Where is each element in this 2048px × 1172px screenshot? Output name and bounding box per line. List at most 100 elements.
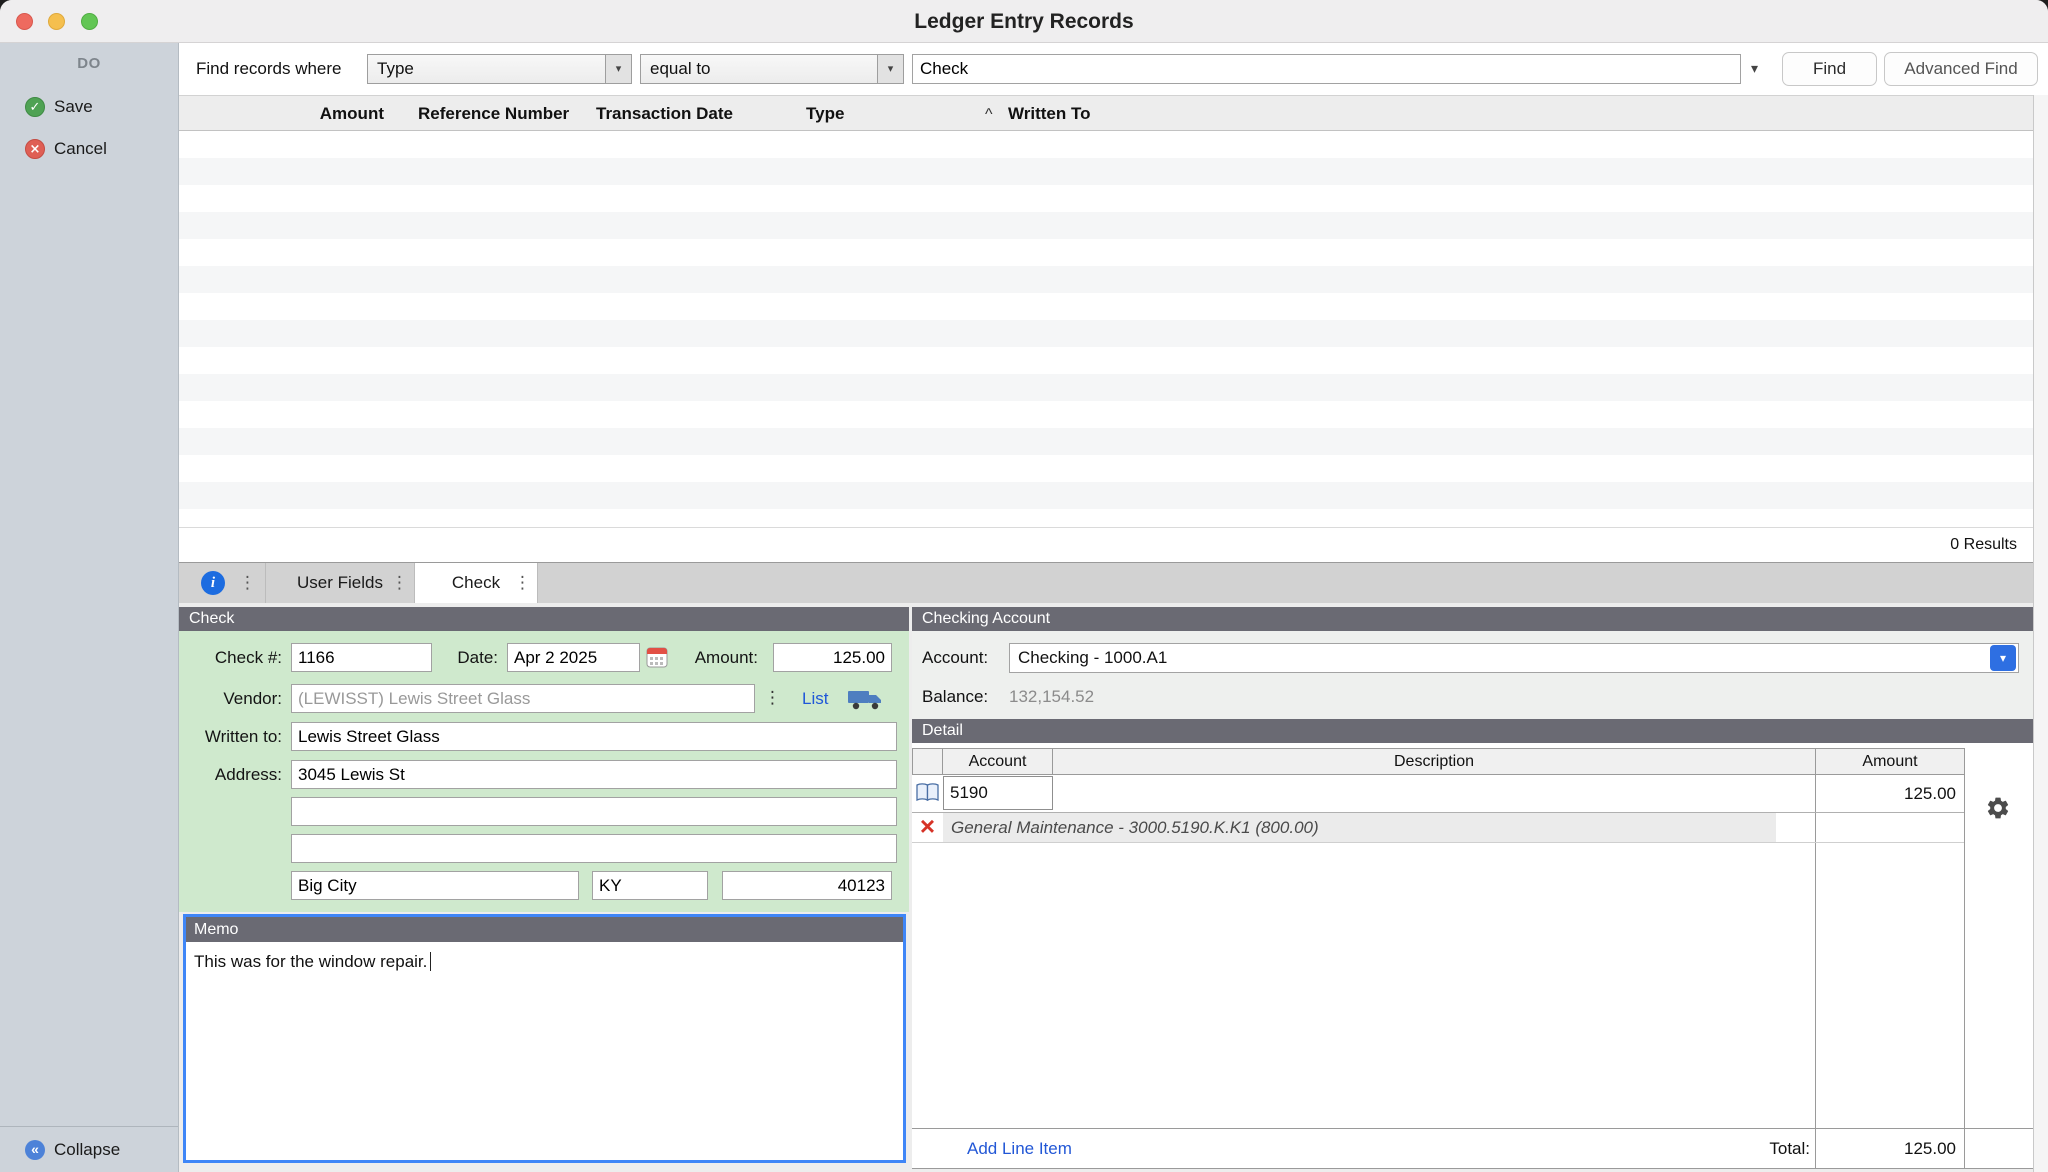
advanced-find-button[interactable]: Advanced Find (1884, 52, 2038, 86)
checking-account-body: Account: Checking - 1000.A1 ▾ Balance: 1… (912, 631, 2033, 719)
delete-line-icon[interactable]: × (914, 813, 941, 841)
vendor-menu-dots-icon[interactable]: ⋮ (764, 684, 781, 713)
account-description-text: General Maintenance - 3000.5190.K.K1 (80… (943, 818, 1319, 838)
chevron-down-icon[interactable]: ▾ (1990, 645, 2016, 671)
state-field[interactable] (592, 871, 708, 900)
results-table-footer-space (179, 513, 2033, 527)
vendor-list-link[interactable]: List (802, 684, 828, 713)
sidebar: DO ✓ Save × Cancel « Collapse (0, 43, 179, 1172)
address-line1-field[interactable] (291, 760, 897, 789)
results-table-body[interactable] (179, 131, 2033, 513)
detail-total-row: Add Line Item Total: 125.00 (912, 1128, 2033, 1169)
total-value: 125.00 (1815, 1129, 1964, 1169)
account-label: Account: (922, 643, 988, 673)
memo-text: This was for the window repair. (194, 952, 427, 971)
address-line2-field[interactable] (291, 797, 897, 826)
vendor-field[interactable] (291, 684, 755, 713)
account-dropdown[interactable]: Checking - 1000.A1 ▾ (1009, 643, 2019, 673)
grid-divider (1964, 748, 1965, 1168)
tab-check[interactable]: Check ⋮ (415, 563, 538, 603)
detail-column-header-description: Description (1052, 748, 1816, 775)
balance-label: Balance: (922, 685, 988, 709)
app-window: Ledger Entry Records DO ✓ Save × Cancel … (0, 0, 2048, 1172)
amount-field[interactable] (773, 643, 892, 672)
amount-label: Amount: (679, 643, 758, 672)
detail-account-cell[interactable]: 5190 (943, 776, 1053, 810)
find-bar-label: Find records where (196, 43, 342, 95)
detail-sub-row: General Maintenance - 3000.5190.K.K1 (80… (943, 813, 1776, 842)
info-icon[interactable]: i (201, 571, 225, 595)
vendor-label: Vendor: (179, 684, 282, 713)
checking-account-panel-title: Checking Account (912, 607, 2033, 631)
column-header-type[interactable]: Type (806, 96, 844, 131)
check-panel-title: Check (179, 607, 909, 631)
ledger-icon[interactable] (915, 783, 940, 808)
title-bar: Ledger Entry Records (0, 0, 2048, 43)
tab-check-label: Check (452, 573, 500, 593)
collapse-button[interactable]: « Collapse (0, 1127, 178, 1172)
grip-dots-icon[interactable]: ⋮ (391, 563, 408, 603)
column-header-reference-number[interactable]: Reference Number (418, 96, 569, 131)
truck-icon[interactable] (847, 687, 883, 716)
find-field-value: Type (377, 55, 414, 83)
detail-column-header-icon (912, 748, 943, 775)
results-status-row: 0 Results (179, 527, 2033, 563)
row-divider (912, 842, 1964, 843)
memo-panel-title: Memo (186, 917, 903, 942)
find-button[interactable]: Find (1782, 52, 1877, 86)
written-to-field[interactable] (291, 722, 897, 751)
sort-ascending-icon: ^ (985, 97, 993, 132)
results-table-header: Amount Reference Number Transaction Date… (179, 95, 2033, 131)
add-line-item-link[interactable]: Add Line Item (967, 1129, 1072, 1169)
detail-column-header-amount: Amount (1815, 748, 1965, 775)
chevron-down-icon: ▾ (877, 55, 903, 83)
city-field[interactable] (291, 871, 579, 900)
memo-panel: Memo This was for the window repair. (183, 914, 906, 1163)
tab-bar: i ⋮ User Fields ⋮ Check ⋮ (179, 563, 2048, 603)
detail-amount-cell[interactable]: 125.00 (1815, 775, 1964, 812)
save-button[interactable]: ✓ Save (0, 93, 178, 121)
x-circle-icon: × (25, 139, 45, 159)
memo-textarea[interactable]: This was for the window repair. (186, 942, 903, 1160)
column-header-written-to[interactable]: Written To (1008, 96, 1090, 131)
collapse-button-label: Collapse (54, 1127, 120, 1172)
find-operator-value: equal to (650, 55, 711, 83)
total-label: Total: (1652, 1129, 1810, 1169)
find-field-dropdown[interactable]: Type ▾ (367, 54, 632, 84)
tab-user-fields-label: User Fields (297, 573, 383, 593)
chevron-down-icon: ▾ (605, 55, 631, 83)
gear-icon[interactable] (1985, 795, 2011, 826)
account-dropdown-value: Checking - 1000.A1 (1018, 644, 1167, 672)
check-number-field[interactable] (291, 643, 432, 672)
grip-dots-icon[interactable]: ⋮ (239, 563, 256, 603)
zip-field[interactable] (722, 871, 892, 900)
balance-value: 132,154.52 (1009, 685, 1094, 709)
find-options-caret-icon[interactable]: ▾ (1751, 43, 1758, 95)
grip-dots-icon[interactable]: ⋮ (514, 563, 531, 603)
find-operator-dropdown[interactable]: equal to ▾ (640, 54, 904, 84)
results-count: 0 Results (1950, 528, 2017, 562)
text-cursor (430, 952, 431, 971)
column-header-transaction-date[interactable]: Transaction Date (596, 96, 733, 131)
find-value-input[interactable] (912, 54, 1741, 84)
vertical-scrollbar[interactable] (2033, 95, 2048, 1172)
check-panel: Check Check #: Date: Amount: Vendor: ⋮ L… (179, 607, 909, 912)
chevrons-left-icon: « (25, 1140, 45, 1160)
check-circle-icon: ✓ (25, 97, 45, 117)
calendar-icon[interactable] (646, 646, 668, 673)
checking-account-panel: Checking Account Account: Checking - 100… (912, 607, 2033, 719)
column-header-amount[interactable]: Amount (239, 96, 384, 131)
detail-grid: Account Description Amount 5190 125.00 ×… (912, 743, 2033, 1169)
cancel-button[interactable]: × Cancel (0, 135, 178, 163)
tab-user-fields[interactable]: User Fields ⋮ (265, 563, 415, 603)
cancel-button-label: Cancel (54, 135, 107, 163)
detail-column-header-account: Account (942, 748, 1053, 775)
save-button-label: Save (54, 93, 93, 121)
find-bar: Find records where Type ▾ equal to ▾ ▾ F… (179, 43, 2048, 95)
sidebar-footer: « Collapse (0, 1126, 178, 1172)
date-field[interactable] (507, 643, 640, 672)
address-line3-field[interactable] (291, 834, 897, 863)
written-to-label: Written to: (179, 722, 282, 751)
address-label: Address: (179, 760, 282, 789)
detail-panel-title: Detail (912, 719, 2033, 743)
